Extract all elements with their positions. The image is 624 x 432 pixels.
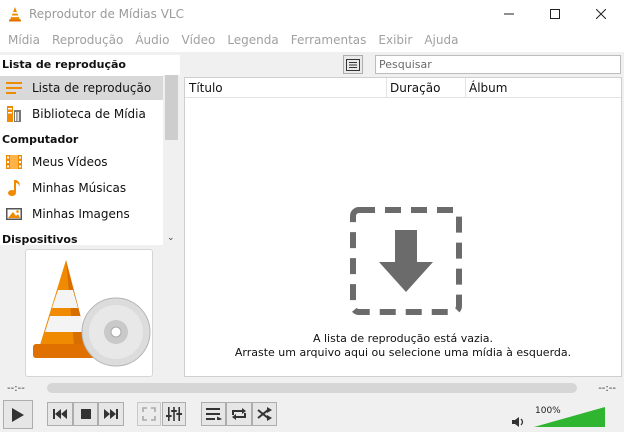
menu-bar: Mídia Reprodução Áudio Vídeo Legenda Fer… (0, 28, 624, 52)
vlc-cone-icon (7, 6, 23, 22)
fullscreen-icon (142, 407, 156, 421)
toggle-playlist-button[interactable] (201, 402, 226, 426)
empty-playlist-hint: Arraste um arquivo aqui ou selecione uma… (234, 346, 572, 359)
window-title: Reprodutor de Mídias VLC (29, 7, 184, 21)
loop-button[interactable] (226, 402, 252, 426)
sidebar-item-my-videos[interactable]: Meus Vídeos (0, 150, 163, 174)
menu-media[interactable]: Mídia (2, 33, 46, 47)
next-icon (104, 409, 118, 419)
extended-settings-button[interactable] (162, 402, 186, 426)
album-art (25, 249, 153, 377)
search-input[interactable]: Pesquisar (375, 55, 621, 74)
close-button[interactable] (578, 0, 624, 28)
menu-subtitle[interactable]: Legenda (221, 33, 284, 47)
menu-video[interactable]: Vídeo (175, 33, 221, 47)
playlist-header: Título Duração Álbum (185, 78, 621, 98)
play-icon (12, 407, 24, 422)
picture-icon (5, 205, 23, 223)
stop-icon (80, 409, 91, 419)
playlist-icon (5, 79, 23, 97)
drop-here-icon (349, 206, 463, 316)
scroll-down-arrow-icon[interactable]: ⌄ (167, 233, 175, 243)
menu-tools[interactable]: Ferramentas (285, 33, 373, 47)
sidebar-header-devices: Dispositivos (2, 233, 78, 246)
elapsed-time: --:-- (7, 383, 25, 394)
seek-slider[interactable] (47, 383, 577, 393)
play-button[interactable] (3, 400, 33, 429)
speaker-icon[interactable] (512, 416, 526, 428)
menu-playback[interactable]: Reprodução (46, 33, 129, 47)
loop-icon (232, 408, 246, 420)
maximize-button[interactable] (532, 0, 578, 28)
remaining-time[interactable]: --:-- (598, 383, 616, 394)
column-header-duration[interactable]: Duração (386, 78, 440, 98)
sidebar-scroll-thumb[interactable] (165, 75, 178, 140)
playlist-view[interactable]: Título Duração Álbum A lista de reproduç… (184, 77, 622, 377)
sidebar-header-computer: Computador (2, 133, 79, 146)
menu-view[interactable]: Exibir (372, 33, 418, 47)
volume-level-label: 100% (535, 406, 561, 416)
close-icon (596, 9, 606, 19)
previous-icon (53, 409, 67, 419)
film-icon (5, 153, 23, 171)
sidebar-item-my-music[interactable]: Minhas Músicas (0, 176, 163, 200)
sidebar-header-playlist: Lista de reprodução (2, 58, 126, 71)
fullscreen-button[interactable] (137, 402, 161, 426)
sidebar-item-label: Biblioteca de Mídia (32, 107, 146, 121)
playlist-toggle-icon (205, 408, 222, 420)
playlist-view-button[interactable] (343, 55, 363, 74)
minimize-button[interactable] (486, 0, 532, 28)
menu-help[interactable]: Ajuda (418, 33, 464, 47)
shuffle-icon (256, 407, 272, 421)
sidebar-item-label: Minhas Imagens (32, 207, 130, 221)
sidebar: Lista de reprodução Lista de reprodução … (0, 55, 180, 246)
vlc-cone-disc-icon (33, 260, 151, 367)
stop-button[interactable] (73, 402, 98, 426)
music-note-icon (5, 179, 23, 197)
media-library-icon (5, 105, 23, 123)
sidebar-item-playlist[interactable]: Lista de reprodução (0, 76, 163, 100)
shuffle-button[interactable] (252, 402, 277, 426)
empty-playlist-message: A lista de reprodução está vazia. (312, 332, 494, 345)
title-bar: Reprodutor de Mídias VLC (0, 0, 624, 28)
next-button[interactable] (98, 402, 124, 426)
sidebar-item-my-pictures[interactable]: Minhas Imagens (0, 202, 163, 226)
sidebar-item-media-library[interactable]: Biblioteca de Mídia (0, 102, 163, 126)
equalizer-icon (166, 407, 182, 421)
sidebar-item-label: Meus Vídeos (32, 155, 108, 169)
menu-audio[interactable]: Áudio (129, 33, 175, 47)
previous-button[interactable] (47, 402, 73, 426)
sidebar-item-label: Lista de reprodução (32, 81, 152, 95)
minimize-icon (504, 13, 514, 15)
sidebar-item-label: Minhas Músicas (32, 181, 127, 195)
sidebar-scrollbar[interactable]: ⌄ (163, 75, 180, 245)
maximize-icon (550, 9, 560, 19)
list-view-icon (346, 58, 360, 71)
column-header-title[interactable]: Título (185, 78, 223, 98)
column-header-album[interactable]: Álbum (465, 78, 507, 98)
